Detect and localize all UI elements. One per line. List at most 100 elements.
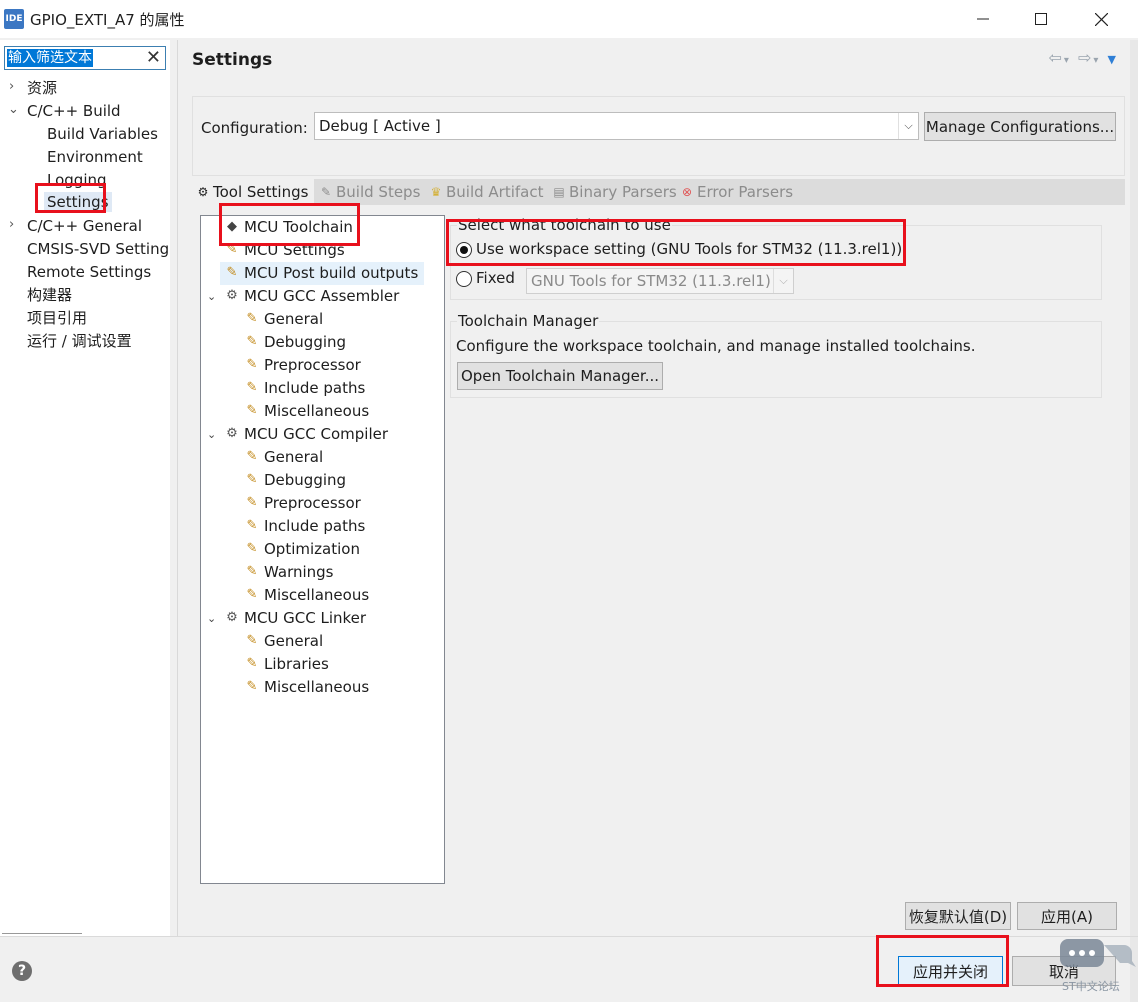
tree-item-asm-debugging[interactable]: Debugging [264, 332, 346, 352]
tab-tool-settings[interactable]: ⚙ Tool Settings [192, 179, 314, 205]
tree-item-mcu-toolchain[interactable]: MCU Toolchain [244, 217, 353, 237]
background-window-edge [1130, 40, 1138, 1002]
tab-binary-parsers[interactable]: ▤ Binary Parsers [552, 179, 676, 205]
chevron-right-icon[interactable]: › [9, 79, 14, 94]
open-toolchain-manager-button[interactable]: Open Toolchain Manager... [457, 362, 663, 390]
tab-label: Error Parsers [697, 183, 794, 201]
toolchain-manager-description: Configure the workspace toolchain, and m… [456, 337, 976, 355]
tab-error-parsers[interactable]: ⊗ Error Parsers [680, 179, 793, 205]
chevron-down-icon[interactable]: ⌵ [898, 113, 918, 139]
chevron-down-icon[interactable]: ⌵ [773, 269, 793, 293]
tree-item-ld-libraries[interactable]: Libraries [264, 654, 329, 674]
toolchain-manager-heading: Toolchain Manager [457, 312, 600, 330]
tree-item-asm-general[interactable]: General [264, 309, 323, 329]
tree-item-ld-miscellaneous[interactable]: Miscellaneous [264, 677, 369, 697]
nav-item-cmsis-svd[interactable]: CMSIS-SVD Setting [27, 239, 169, 259]
workspace-setting-radio[interactable] [456, 242, 472, 258]
help-icon[interactable]: ? [12, 961, 32, 981]
chevron-down-icon[interactable]: ⌄ [8, 102, 19, 117]
apply-button[interactable]: 应用(A) [1017, 902, 1117, 930]
configuration-select[interactable]: Debug [ Active ] ⌵ [314, 112, 919, 140]
folder-settings-icon: ✎ [246, 357, 258, 372]
pane-divider[interactable] [177, 40, 178, 936]
tree-item-linker[interactable]: MCU GCC Linker [244, 608, 366, 628]
gear-icon: ⚙ [226, 288, 238, 303]
error-parsers-icon: ⊗ [681, 185, 693, 199]
nav-item-run-debug[interactable]: 运行 / 调试设置 [27, 331, 132, 351]
tree-item-mcu-settings[interactable]: MCU Settings [244, 240, 345, 260]
tree-item-cc-general[interactable]: General [264, 447, 323, 467]
chevron-down-icon[interactable]: ⌄ [207, 612, 216, 625]
tree-item-cc-miscellaneous[interactable]: Miscellaneous [264, 585, 369, 605]
tab-build-artifact[interactable]: ♛ Build Artifact [429, 179, 544, 205]
nav-item-remote-settings[interactable]: Remote Settings [27, 262, 151, 282]
tab-build-steps[interactable]: ✎ Build Steps [319, 179, 420, 205]
minimize-button[interactable] [960, 0, 1006, 38]
nav-item-logging[interactable]: Logging [47, 170, 107, 190]
forward-dropdown-icon[interactable]: ▾ [1093, 55, 1100, 66]
configuration-group: Configuration: Debug [ Active ] ⌵ Manage… [192, 96, 1125, 176]
nav-item-cpp-build[interactable]: C/C++ Build [27, 101, 121, 121]
folder-settings-icon: ✎ [226, 265, 238, 280]
nav-item-build-variables[interactable]: Build Variables [47, 124, 158, 144]
tree-item-asm-miscellaneous[interactable]: Miscellaneous [264, 401, 369, 421]
nav-item-cpp-general[interactable]: C/C++ General [27, 216, 142, 236]
chevron-down-icon[interactable]: ⌄ [207, 290, 216, 303]
tree-item-ld-general[interactable]: General [264, 631, 323, 651]
clear-filter-icon[interactable]: ✕ [146, 47, 161, 69]
nav-item-settings[interactable]: Settings [44, 192, 112, 212]
history-navigation[interactable]: ⇦▾ ⇨▾ ▼ [1048, 48, 1118, 67]
folder-settings-icon: ✎ [246, 518, 258, 533]
configuration-label: Configuration: [201, 119, 308, 137]
workspace-setting-label[interactable]: Use workspace setting (GNU Tools for STM… [476, 240, 902, 258]
close-icon [1094, 12, 1108, 26]
tree-item-cc-debugging[interactable]: Debugging [264, 470, 346, 490]
back-arrow-icon[interactable]: ⇦ [1048, 48, 1063, 67]
fixed-toolchain-select[interactable]: GNU Tools for STM32 (11.3.rel1) ⌵ [526, 268, 794, 294]
chevron-down-icon[interactable]: ⌄ [207, 428, 216, 441]
folder-settings-icon: ✎ [246, 380, 258, 395]
back-dropdown-icon[interactable]: ▾ [1064, 55, 1071, 66]
maximize-button[interactable] [1018, 0, 1064, 38]
tree-item-asm-include-paths[interactable]: Include paths [264, 378, 365, 398]
ide-app-icon: IDE [4, 9, 24, 29]
toolchain-icon: ◆ [227, 219, 237, 234]
nav-item-project-refs[interactable]: 项目引用 [27, 308, 87, 328]
fixed-label[interactable]: Fixed [476, 269, 515, 287]
manage-configurations-button[interactable]: Manage Configurations... [924, 112, 1116, 141]
binary-parsers-icon: ▤ [553, 185, 565, 199]
tree-item-assembler[interactable]: MCU GCC Assembler [244, 286, 399, 306]
tree-item-mcu-post-build[interactable]: MCU Post build outputs [244, 263, 418, 283]
left-navigation-pane: 输入筛选文本 ✕ › 资源 ⌄ C/C++ Build Build Variab… [0, 40, 170, 936]
page-title: Settings [192, 50, 273, 70]
tree-item-cc-include-paths[interactable]: Include paths [264, 516, 365, 536]
restore-defaults-button[interactable]: 恢复默认值(D) [905, 902, 1011, 930]
tree-item-cc-optimization[interactable]: Optimization [264, 539, 360, 559]
configuration-value: Debug [ Active ] [319, 117, 441, 135]
chat-bubble-icon [1060, 939, 1136, 967]
filter-text[interactable]: 输入筛选文本 [7, 49, 93, 67]
settings-page: Settings ⇦▾ ⇨▾ ▼ Configuration: Debug [ … [179, 40, 1128, 936]
chevron-right-icon[interactable]: › [9, 217, 14, 232]
view-menu-icon[interactable]: ▼ [1108, 53, 1118, 66]
forward-arrow-icon[interactable]: ⇨ [1078, 48, 1093, 67]
pane-scrollbar[interactable] [2, 933, 82, 934]
folder-settings-icon: ✎ [246, 403, 258, 418]
nav-item-resources[interactable]: 资源 [27, 78, 57, 98]
tool-settings-tree[interactable]: ◆ MCU Toolchain ✎ MCU Settings ✎ MCU Pos… [200, 215, 445, 884]
filter-input[interactable]: 输入筛选文本 ✕ [4, 46, 166, 70]
nav-item-builders[interactable]: 构建器 [27, 285, 72, 305]
title-bar: IDE GPIO_EXTI_A7 的属性 [0, 0, 1138, 38]
fixed-radio[interactable] [456, 271, 472, 287]
tree-item-cc-preprocessor[interactable]: Preprocessor [264, 493, 361, 513]
tree-item-cc-warnings[interactable]: Warnings [264, 562, 334, 582]
nav-item-environment[interactable]: Environment [47, 147, 143, 167]
tree-item-asm-preprocessor[interactable]: Preprocessor [264, 355, 361, 375]
close-window-button[interactable] [1078, 0, 1124, 38]
folder-settings-icon: ✎ [246, 679, 258, 694]
apply-and-close-button[interactable]: 应用并关闭 [898, 956, 1003, 986]
tree-item-compiler[interactable]: MCU GCC Compiler [244, 424, 388, 444]
forum-watermark: ST中文论坛 [1060, 935, 1138, 1002]
folder-settings-icon: ✎ [226, 242, 238, 257]
toolchain-select-label: Select what toolchain to use [457, 216, 672, 234]
